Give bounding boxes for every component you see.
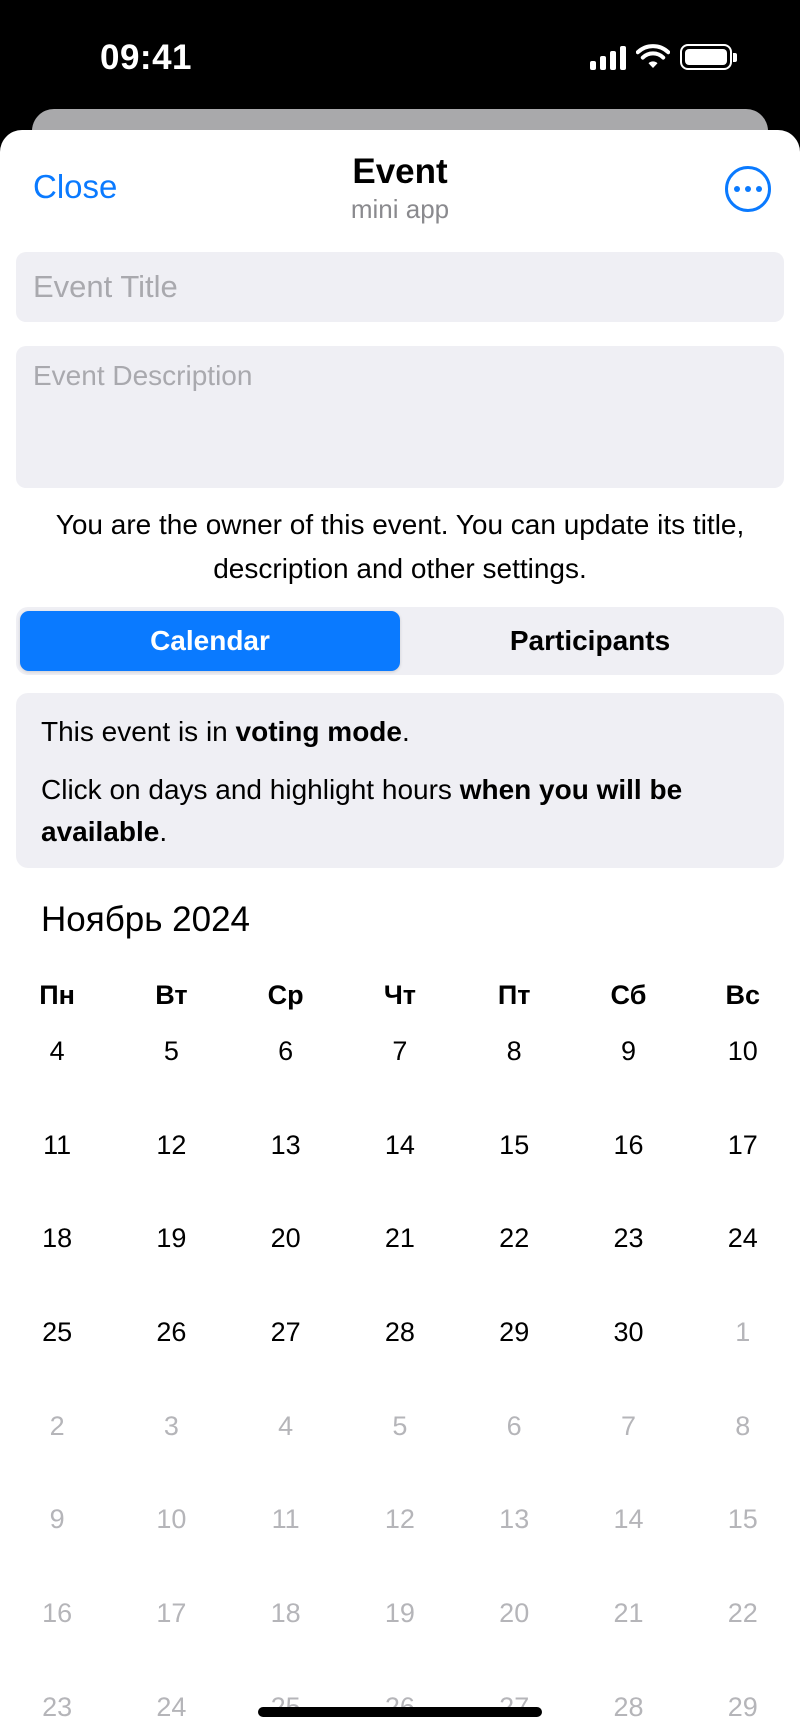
calendar-day-other-month[interactable]: 26 <box>343 1676 457 1734</box>
calendar-day-other-month[interactable]: 19 <box>343 1582 457 1676</box>
calendar-day-other-month[interactable]: 10 <box>114 1488 228 1582</box>
calendar-day[interactable]: 28 <box>343 1301 457 1395</box>
calendar-week-row: 25 26 27 28 29 30 1 <box>0 1301 800 1395</box>
calendar-week-row: 18 19 20 21 22 23 24 <box>0 1207 800 1301</box>
calendar-day[interactable]: 5 <box>114 1020 228 1114</box>
calendar-day[interactable]: 16 <box>571 1114 685 1208</box>
tab-calendar[interactable]: Calendar <box>20 611 400 671</box>
calendar-day[interactable]: 13 <box>229 1114 343 1208</box>
event-sheet: Close Event mini app You are the owner o… <box>0 130 800 1734</box>
calendar-week-row: 2345678 <box>0 1395 800 1489</box>
calendar-day-other-month[interactable]: 28 <box>571 1676 685 1734</box>
calendar-day[interactable]: 18 <box>0 1207 114 1301</box>
event-title-input[interactable] <box>16 252 784 322</box>
status-icons <box>590 44 737 70</box>
weekday-label: Вт <box>155 980 188 1010</box>
calendar-day[interactable]: 12 <box>114 1114 228 1208</box>
weekday-label: Пт <box>497 980 531 1010</box>
calendar-week-row: 9 10 11 12 13 14 15 <box>0 1488 800 1582</box>
nav-subtitle: mini app <box>350 194 450 224</box>
calendar-day[interactable]: 29 <box>457 1301 571 1395</box>
weekday-label: Сб <box>610 980 647 1010</box>
calendar-day[interactable]: 23 <box>571 1207 685 1301</box>
calendar-day-other-month[interactable]: 27 <box>457 1676 571 1734</box>
calendar-day-other-month[interactable]: 9 <box>0 1488 114 1582</box>
calendar-day[interactable]: 8 <box>457 1020 571 1114</box>
calendar-day[interactable]: 21 <box>343 1207 457 1301</box>
calendar-day-other-month[interactable]: 15 <box>686 1488 800 1582</box>
event-description-input[interactable] <box>16 346 784 488</box>
calendar-day-other-month[interactable]: 2 <box>0 1395 114 1489</box>
nav-title: Event <box>352 152 448 191</box>
calendar-day-other-month[interactable]: 1 <box>686 1301 800 1395</box>
calendar-day[interactable]: 11 <box>0 1114 114 1208</box>
calendar-day-other-month[interactable]: 25 <box>229 1676 343 1734</box>
battery-icon <box>680 44 737 70</box>
calendar-day[interactable]: 4 <box>0 1020 114 1114</box>
voting-info: This event is in voting mode. Click on d… <box>16 693 784 868</box>
calendar-day-other-month[interactable]: 12 <box>343 1488 457 1582</box>
calendar-day-other-month[interactable]: 7 <box>571 1395 685 1489</box>
calendar-day-other-month[interactable]: 13 <box>457 1488 571 1582</box>
calendar-day[interactable]: 26 <box>114 1301 228 1395</box>
weekday-label: Чт <box>383 980 417 1010</box>
calendar-day-other-month[interactable]: 14 <box>571 1488 685 1582</box>
view-tabs: Calendar Participants <box>16 607 784 675</box>
tab-participants[interactable]: Participants <box>400 611 780 671</box>
calendar-day-other-month[interactable]: 24 <box>114 1676 228 1734</box>
calendar-day[interactable]: 14 <box>343 1114 457 1208</box>
calendar-day-other-month[interactable]: 21 <box>571 1582 685 1676</box>
nav-bar: Close Event mini app <box>0 130 800 230</box>
month-title: Ноябрь 2024 <box>41 900 251 939</box>
cellular-signal-icon <box>590 44 626 70</box>
calendar-grid: Пн Вт Ср Чт Пт Сб Вс 4 5 6 7 8 9 10 11 12 13 14 15 16 17 18 1… <box>0 970 800 1734</box>
owner-note: You are the owner of this event. You can… <box>55 509 745 584</box>
weekday-label: Пн <box>39 980 75 1010</box>
calendar-day-other-month[interactable]: 20 <box>457 1582 571 1676</box>
calendar-day[interactable]: 20 <box>229 1207 343 1301</box>
availability-text: Click on days and highlight hours when y… <box>41 774 683 847</box>
calendar-day-other-month[interactable]: 23 <box>0 1676 114 1734</box>
calendar-day[interactable]: 6 <box>229 1020 343 1114</box>
calendar-day[interactable]: 17 <box>686 1114 800 1208</box>
weekday-label: Ср <box>267 980 304 1010</box>
calendar-day[interactable]: 24 <box>686 1207 800 1301</box>
calendar-day-other-month[interactable]: 3 <box>114 1395 228 1489</box>
calendar-week-row: 4 5 6 7 8 9 10 <box>0 1020 800 1114</box>
calendar-day-other-month[interactable]: 22 <box>686 1582 800 1676</box>
status-bar: 09:41 <box>0 0 800 110</box>
calendar-week-row: 11 12 13 14 15 16 17 <box>0 1114 800 1208</box>
calendar-day-other-month[interactable]: 29 <box>686 1676 800 1734</box>
more-options-icon[interactable] <box>725 166 771 212</box>
weekday-label: Вс <box>725 980 760 1010</box>
calendar-day-other-month[interactable]: 11 <box>229 1488 343 1582</box>
calendar-day[interactable]: 27 <box>229 1301 343 1395</box>
calendar-day[interactable]: 7 <box>343 1020 457 1114</box>
calendar-day-other-month[interactable]: 17 <box>114 1582 228 1676</box>
calendar-day-other-month[interactable]: 16 <box>0 1582 114 1676</box>
home-indicator <box>258 1707 542 1717</box>
calendar-week-row: 16 17 18 19 20 21 22 <box>0 1582 800 1676</box>
calendar-day[interactable]: 9 <box>571 1020 685 1114</box>
calendar-day[interactable]: 10 <box>686 1020 800 1114</box>
calendar-day-other-month[interactable]: 5 <box>343 1395 457 1489</box>
status-time: 09:41 <box>100 38 193 77</box>
calendar-week-row: 23242526272829 <box>0 1676 800 1734</box>
calendar-day-other-month[interactable]: 18 <box>229 1582 343 1676</box>
voting-mode-text: This event is in voting mode. <box>41 716 410 747</box>
calendar-day[interactable]: 19 <box>114 1207 228 1301</box>
calendar-day-other-month[interactable]: 8 <box>686 1395 800 1489</box>
calendar-day[interactable]: 25 <box>0 1301 114 1395</box>
calendar-day[interactable]: 15 <box>457 1114 571 1208</box>
calendar-day[interactable]: 22 <box>457 1207 571 1301</box>
calendar-day-other-month[interactable]: 6 <box>457 1395 571 1489</box>
weekday-header: Пн Вт Ср Чт Пт Сб Вс <box>0 970 800 1020</box>
wifi-icon <box>636 44 670 68</box>
calendar-day-other-month[interactable]: 4 <box>229 1395 343 1489</box>
calendar-day[interactable]: 30 <box>571 1301 685 1395</box>
